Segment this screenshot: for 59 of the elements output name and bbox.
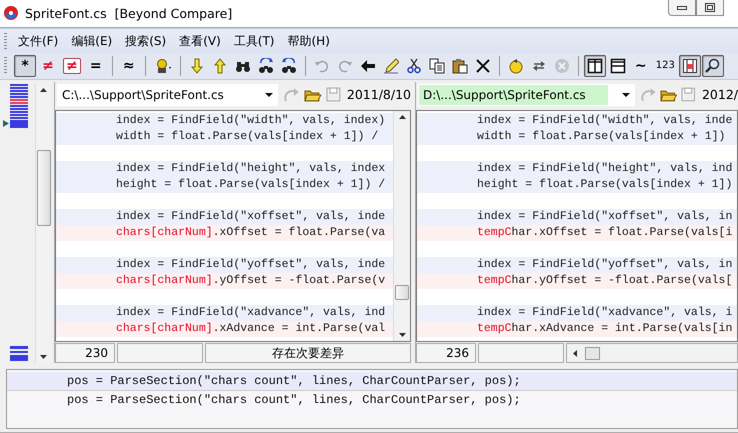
scroll-up-icon[interactable] bbox=[40, 88, 47, 92]
status-message: 存在次要差异 bbox=[205, 343, 411, 364]
scroll-down-icon[interactable] bbox=[398, 333, 406, 338]
maximize-button[interactable] bbox=[696, 0, 724, 16]
copy-icon bbox=[428, 58, 445, 74]
toolbar-button[interactable]: ≈ bbox=[118, 54, 140, 77]
scrollbar[interactable] bbox=[566, 343, 738, 364]
toolbar-button[interactable]: ≠ bbox=[63, 58, 81, 74]
toolbar-button[interactable]: * bbox=[14, 54, 36, 77]
toolbar-button[interactable]: ~ bbox=[630, 54, 652, 77]
magnifier-icon bbox=[704, 58, 721, 74]
window-title: SpriteFont.cs [Beyond Compare] bbox=[25, 6, 232, 21]
two-column-icon bbox=[586, 58, 603, 74]
minimize-icon bbox=[677, 6, 687, 10]
path-field[interactable]: C:\...\Support\SpriteFont.cs bbox=[57, 84, 278, 106]
binoculars-arrow-icon bbox=[258, 58, 274, 74]
compare-line[interactable]: pos = ParseSection("chars count", lines, CharCountParser, pos); bbox=[7, 391, 737, 410]
minimize-button[interactable] bbox=[668, 0, 696, 16]
path-field[interactable]: D:\...\Support\SpriteFont.cs bbox=[418, 84, 635, 106]
dropdown-icon[interactable] bbox=[265, 92, 274, 97]
dropdown-icon[interactable] bbox=[622, 92, 630, 97]
line-number: 230 bbox=[55, 343, 115, 364]
current-line-marker-icon bbox=[3, 120, 9, 127]
scroll-thumb[interactable] bbox=[36, 150, 50, 226]
columns-icon bbox=[682, 58, 698, 74]
file-date: 2011/8/10 bbox=[346, 87, 411, 102]
menu-item[interactable]: 工具(T) bbox=[228, 33, 280, 50]
file-date: 2012/ bbox=[702, 87, 738, 102]
ball-icon bbox=[508, 58, 524, 74]
pencil-icon bbox=[382, 58, 399, 74]
down-arrow-icon bbox=[188, 58, 205, 74]
scissors-icon bbox=[406, 58, 422, 74]
left-arrow-icon bbox=[360, 58, 376, 74]
toolbar-button[interactable] bbox=[584, 54, 606, 77]
stop-icon bbox=[554, 58, 570, 74]
paste-icon bbox=[452, 58, 468, 74]
scroll-thumb[interactable] bbox=[585, 346, 600, 360]
toolbar-button[interactable]: = bbox=[84, 54, 107, 77]
difference-overview-drawing[interactable] bbox=[10, 84, 28, 362]
toolbar-button[interactable] bbox=[702, 54, 724, 77]
maximize-icon bbox=[705, 3, 715, 12]
scroll-left-icon[interactable] bbox=[573, 350, 577, 357]
menu-item[interactable]: 帮助(H) bbox=[282, 33, 335, 50]
two-row-icon bbox=[610, 58, 626, 74]
scroll-thumb[interactable] bbox=[395, 284, 409, 300]
delete-icon bbox=[474, 58, 491, 74]
binoculars-arrow-icon bbox=[280, 58, 297, 74]
app-icon bbox=[3, 5, 19, 22]
toolbar-button[interactable]: 123 bbox=[652, 54, 678, 77]
menu-item[interactable]: 查看(V) bbox=[174, 33, 226, 50]
scroll-up-icon[interactable] bbox=[398, 114, 406, 119]
up-arrow-icon bbox=[212, 58, 228, 74]
scroll-down-icon[interactable] bbox=[40, 355, 47, 360]
toolbar-button[interactable]: ≠ bbox=[37, 54, 59, 77]
toolbar-button[interactable] bbox=[678, 54, 701, 77]
menu-item[interactable]: 编辑(E) bbox=[66, 33, 118, 50]
menu-item[interactable]: 文件(F) bbox=[13, 33, 64, 50]
line-number: 236 bbox=[416, 343, 476, 364]
menu-item[interactable]: 搜索(S) bbox=[120, 33, 172, 50]
